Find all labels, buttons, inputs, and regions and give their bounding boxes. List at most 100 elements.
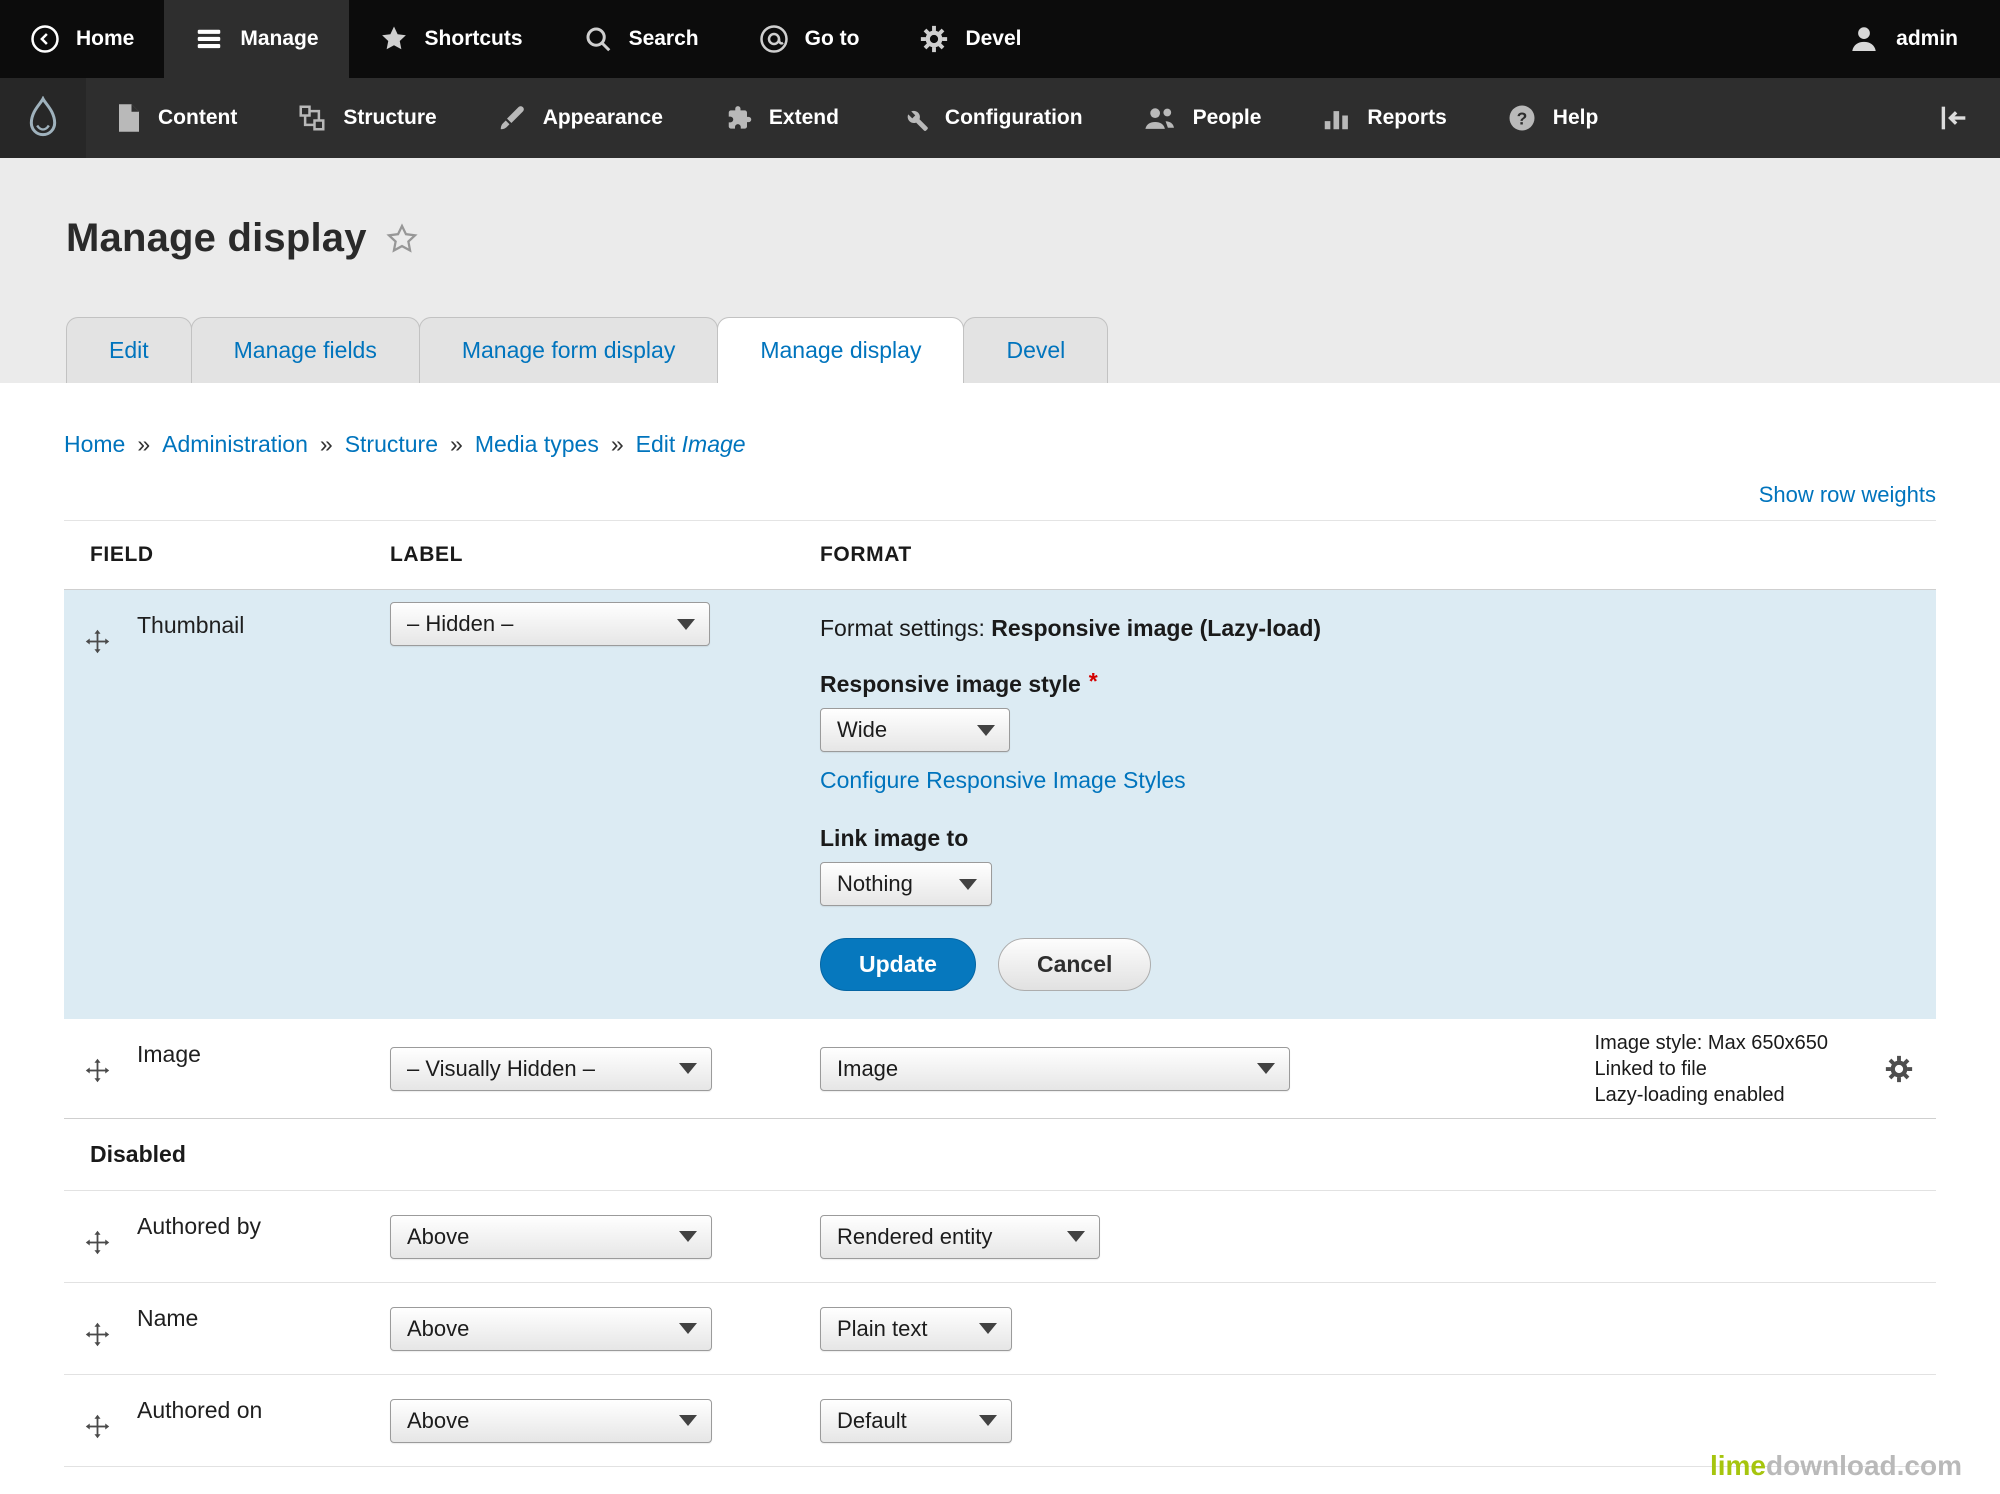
menu-item-configuration[interactable]: Configuration — [869, 78, 1113, 158]
primary-tabs: Edit Manage fields Manage form display M… — [66, 317, 1109, 383]
tab-manage-fields[interactable]: Manage fields — [190, 317, 420, 383]
breadcrumb-structure[interactable]: Structure — [345, 431, 438, 457]
toolbar-item-shortcuts[interactable]: Shortcuts — [349, 0, 553, 78]
breadcrumb-administration[interactable]: Administration — [162, 431, 308, 457]
column-header-field: FIELD — [90, 543, 154, 566]
responsive-style-select[interactable]: Wide — [820, 708, 1010, 752]
chevron-down-icon — [679, 1231, 697, 1242]
chevron-down-icon — [979, 1415, 997, 1426]
watermark: limedownload.com — [1710, 1450, 1962, 1482]
format-settings-value: Responsive image (Lazy-load) — [991, 615, 1322, 641]
toolbar-item-label: Shortcuts — [424, 27, 523, 50]
authored-on-label-select[interactable]: Above — [390, 1398, 712, 1443]
breadcrumb-separator: » — [319, 431, 333, 457]
toolbar-item-search[interactable]: Search — [553, 0, 729, 78]
required-asterisk: * — [1088, 668, 1098, 694]
page-title: Manage display — [66, 216, 367, 260]
selected-value: Above — [407, 1407, 470, 1433]
menu-item-extend[interactable]: Extend — [693, 78, 869, 158]
drag-handle-icon[interactable] — [84, 628, 111, 655]
column-header-format: FORMAT — [820, 543, 912, 566]
toolbar-item-goto[interactable]: Go to — [729, 0, 890, 78]
toolbar-item-manage[interactable]: Manage — [164, 0, 349, 78]
menu-item-label: Configuration — [944, 106, 1083, 129]
row-weights-toggle-row: Show row weights — [64, 482, 1936, 508]
summary-line: Image style: Max 650x650 — [1594, 1031, 1828, 1054]
puzzle-icon — [723, 103, 753, 133]
svg-text:?: ? — [1516, 108, 1527, 128]
selected-value: Nothing — [837, 871, 913, 896]
format-settings-form: Format settings: Responsive image (Lazy-… — [820, 590, 1936, 1019]
drag-handle-icon[interactable] — [84, 1229, 111, 1256]
toolbar-item-label: Go to — [804, 27, 860, 50]
page-header: Manage display Edit Manage fields Manage… — [0, 158, 2000, 383]
breadcrumb: Home » Administration » Structure » Media type… — [64, 431, 1936, 458]
link-image-to-label: Link image to — [820, 825, 969, 851]
admin-menu-bar: Content Structure Appearance Extend Conf… — [0, 78, 2000, 158]
bar-chart-icon — [1321, 103, 1351, 133]
back-circle-icon — [30, 24, 60, 54]
tab-devel[interactable]: Devel — [963, 317, 1109, 383]
goto-icon — [759, 24, 789, 54]
show-row-weights-link[interactable]: Show row weights — [1759, 482, 1936, 507]
authored-on-format-select[interactable]: Default — [820, 1398, 1012, 1443]
hamburger-icon — [194, 24, 224, 54]
collapse-left-icon — [1937, 101, 1971, 135]
selected-value: Above — [407, 1315, 470, 1341]
menu-item-content[interactable]: Content — [86, 78, 267, 158]
tab-manage-form-display[interactable]: Manage form display — [418, 317, 719, 383]
chevron-down-icon — [679, 1415, 697, 1426]
image-format-select[interactable]: Image — [820, 1046, 1290, 1091]
chevron-down-icon — [977, 724, 995, 736]
breadcrumb-home[interactable]: Home — [64, 431, 125, 457]
tab-manage-display[interactable]: Manage display — [717, 317, 965, 383]
menu-item-label: Structure — [343, 106, 437, 129]
authored-by-format-select[interactable]: Rendered entity — [820, 1214, 1100, 1259]
breadcrumb-current[interactable]: Edit Image — [636, 431, 746, 457]
format-settings-gear-icon[interactable] — [1884, 1054, 1914, 1084]
chevron-down-icon — [679, 1063, 697, 1074]
table-row-name: Name Above Plain text — [64, 1283, 1936, 1375]
structure-icon — [297, 103, 327, 133]
toolbar-item-devel[interactable]: Devel — [889, 0, 1051, 78]
toolbar-item-label: Home — [76, 27, 135, 50]
toolbar-item-home[interactable]: Home — [0, 0, 164, 78]
drag-handle-icon[interactable] — [84, 1057, 111, 1084]
chevron-down-icon — [677, 618, 695, 630]
admin-toolbar: Home Manage Shortcuts Search Go to Devel — [0, 0, 2000, 78]
star-icon — [379, 24, 409, 54]
toolbar-collapse-button[interactable] — [1908, 78, 2000, 158]
configure-responsive-styles-link[interactable]: Configure Responsive Image Styles — [820, 767, 1186, 793]
image-label-select[interactable]: – Visually Hidden – — [390, 1046, 712, 1091]
favorite-star-icon[interactable] — [385, 222, 419, 256]
menu-item-label: Extend — [768, 106, 839, 129]
update-button[interactable]: Update — [820, 938, 976, 991]
name-label-select[interactable]: Above — [390, 1306, 712, 1351]
cancel-button[interactable]: Cancel — [997, 938, 1152, 991]
tab-edit[interactable]: Edit — [66, 317, 192, 383]
menu-item-label: Help — [1552, 106, 1599, 129]
name-format-select[interactable]: Plain text — [820, 1306, 1012, 1351]
toolbar-user-menu[interactable]: admin — [1818, 0, 2000, 78]
column-header-label: LABEL — [390, 543, 463, 566]
breadcrumb-current-em: Image — [681, 431, 746, 457]
breadcrumb-media-types[interactable]: Media types — [475, 431, 599, 457]
drag-handle-icon[interactable] — [84, 1413, 111, 1440]
authored-by-label-select[interactable]: Above — [390, 1214, 712, 1259]
menu-item-reports[interactable]: Reports — [1291, 78, 1476, 158]
table-row-thumbnail: Thumbnail – Hidden – Format settings: Re… — [64, 590, 1936, 1019]
format-settings-label: Format settings: — [820, 615, 985, 641]
menu-item-label: Content — [158, 106, 238, 129]
selected-value: Above — [407, 1223, 470, 1249]
menu-item-appearance[interactable]: Appearance — [467, 78, 693, 158]
drupal-logo[interactable] — [0, 78, 86, 158]
thumbnail-label-select[interactable]: – Hidden – — [390, 602, 710, 646]
selected-value: Plain text — [837, 1315, 928, 1341]
menu-item-help[interactable]: ? Help — [1477, 78, 1629, 158]
menu-item-people[interactable]: People — [1113, 78, 1292, 158]
table-row-image: Image – Visually Hidden – Image Image st… — [64, 1019, 1936, 1119]
drag-handle-icon[interactable] — [84, 1321, 111, 1348]
menu-item-structure[interactable]: Structure — [267, 78, 466, 158]
chevron-down-icon — [979, 1323, 997, 1334]
link-image-to-select[interactable]: Nothing — [820, 862, 992, 906]
